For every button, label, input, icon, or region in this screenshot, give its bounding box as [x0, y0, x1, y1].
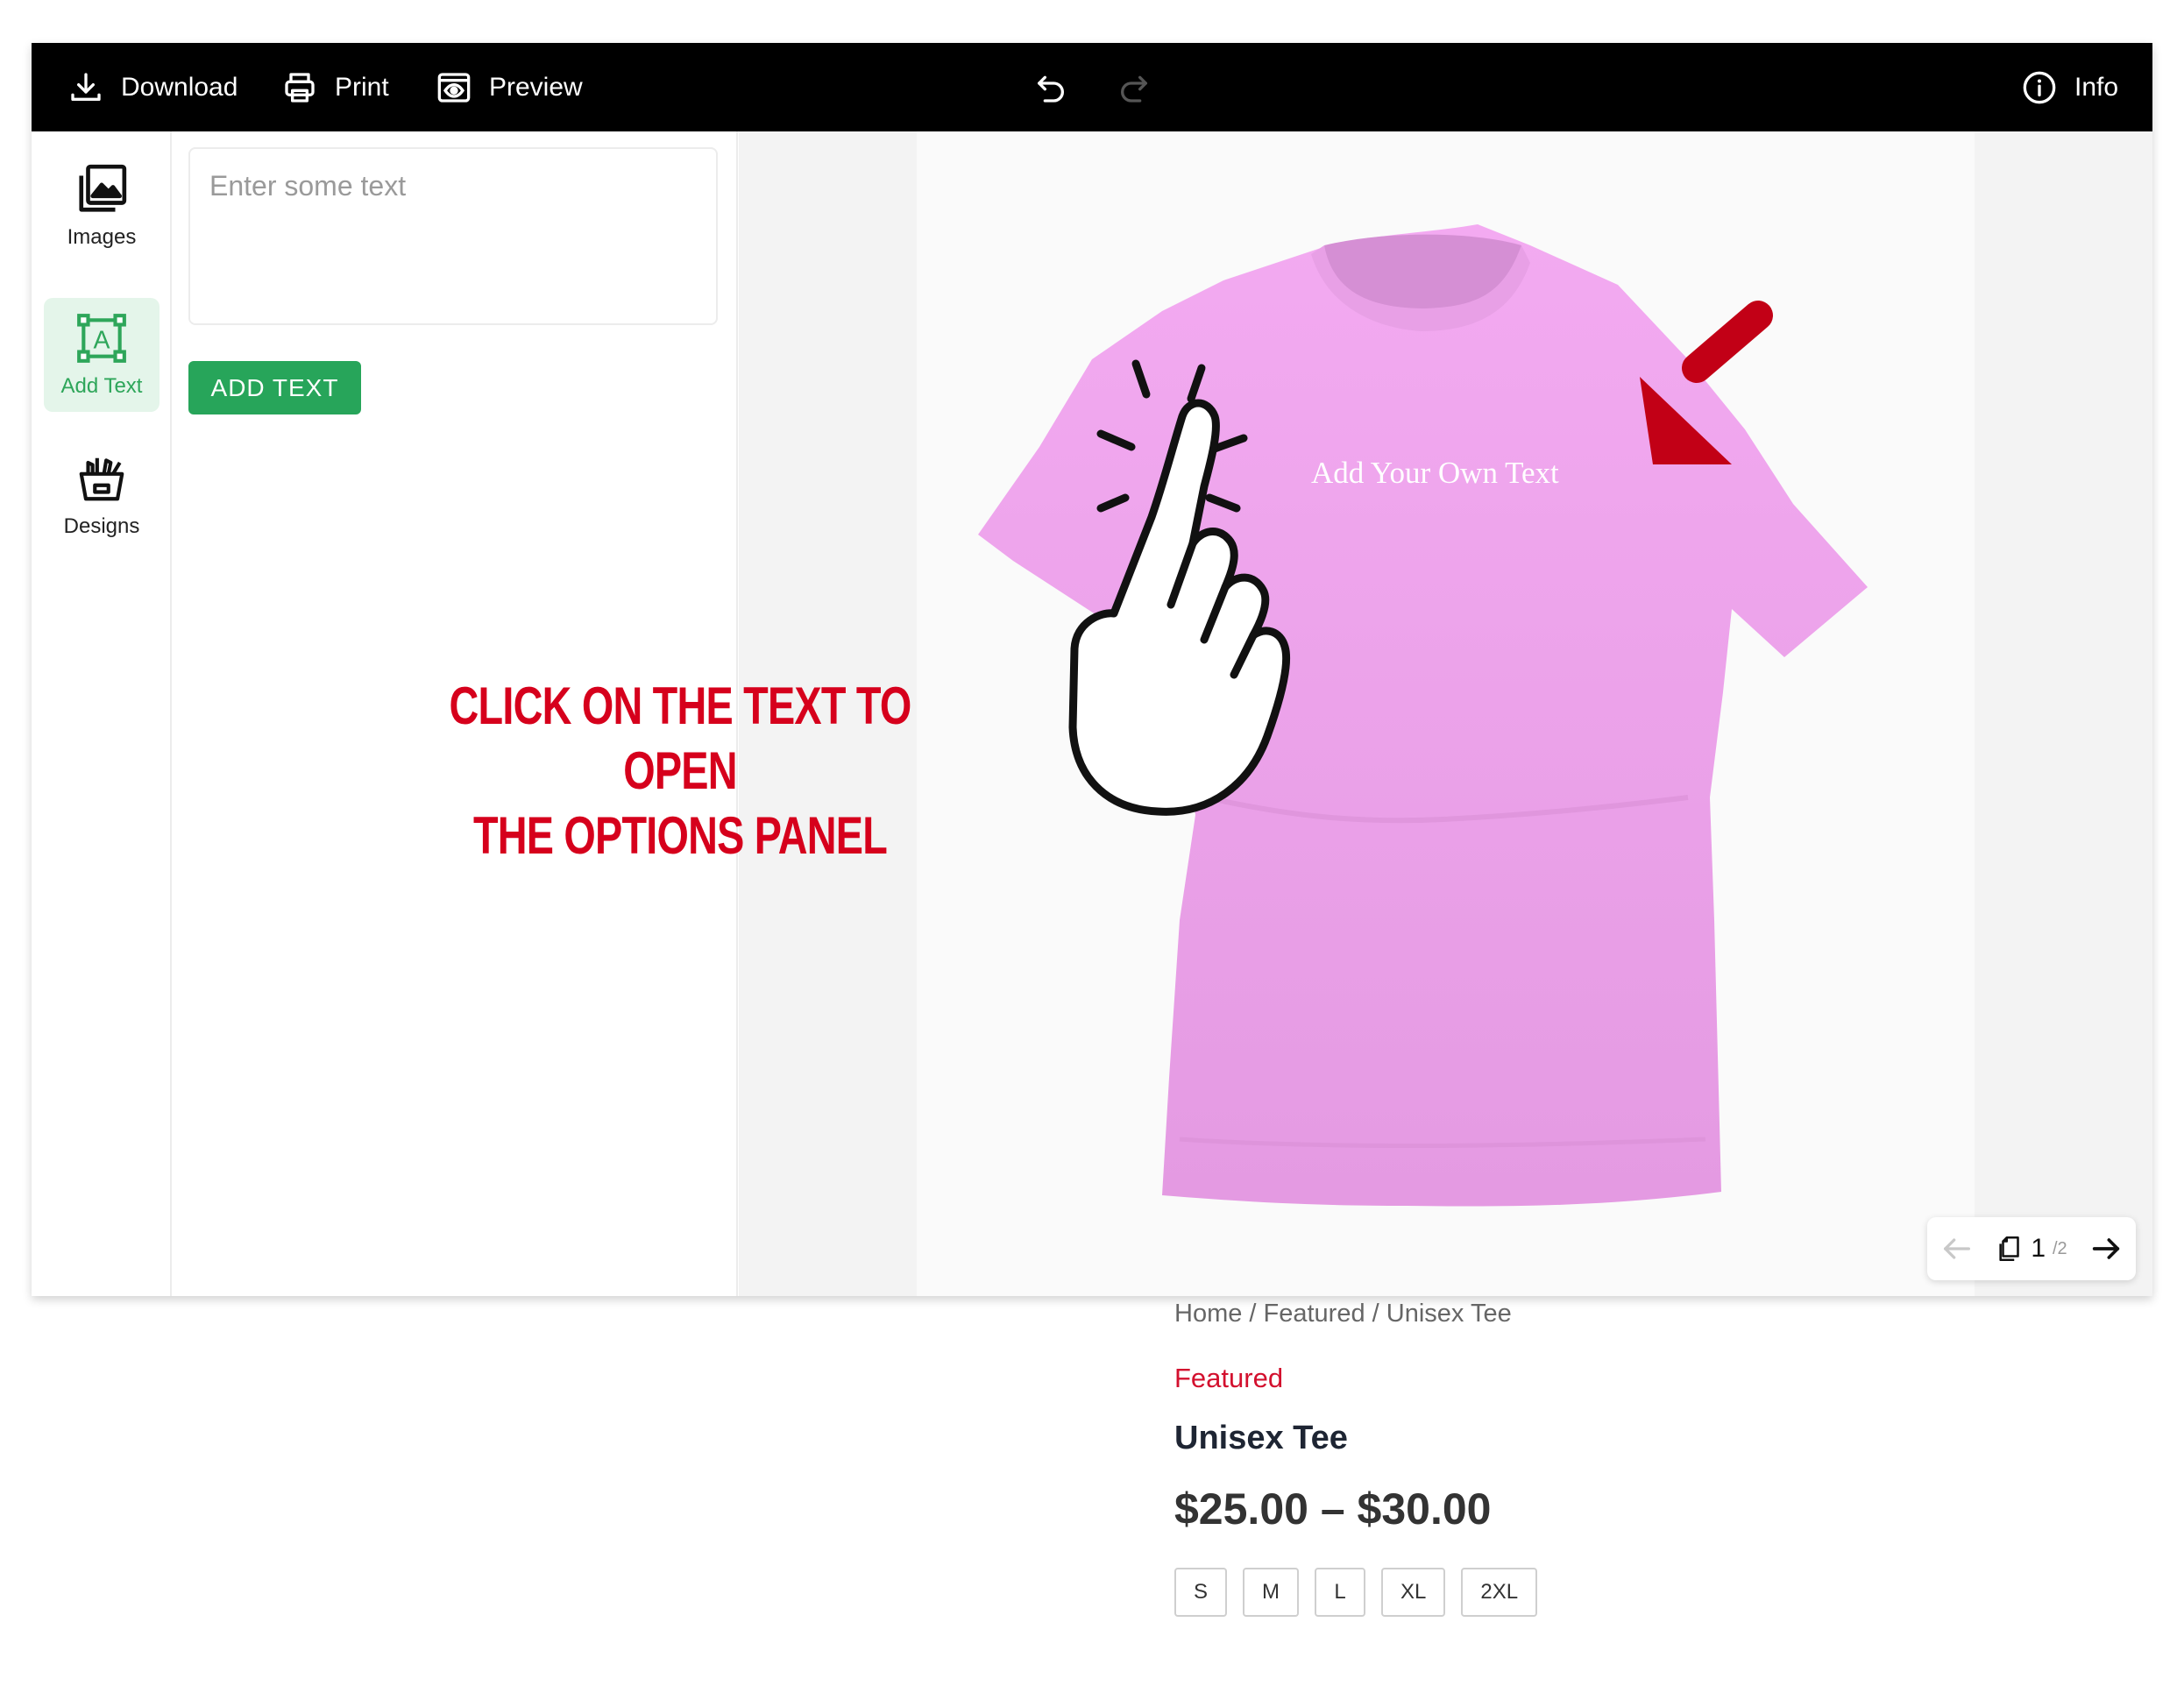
- add-text-button[interactable]: ADD TEXT: [188, 361, 361, 414]
- print-label: Print: [335, 72, 389, 102]
- sidebar-item-images[interactable]: Images: [44, 149, 160, 263]
- svg-text:A: A: [94, 327, 110, 355]
- info-icon: [2023, 71, 2056, 103]
- download-button[interactable]: Download: [68, 43, 238, 131]
- product-price: $25.00 – $30.00: [1174, 1484, 1492, 1534]
- undo-icon: [1038, 75, 1064, 103]
- redo-button[interactable]: [1117, 43, 1152, 131]
- sidebar-item-label: Add Text: [60, 374, 143, 398]
- product-title: Unisex Tee: [1174, 1420, 1348, 1456]
- sidebar-item-designs[interactable]: Designs: [44, 438, 160, 552]
- annotation-line-2: THE OPTIONS PANEL: [472, 806, 888, 865]
- design-canvas[interactable]: Add Your Own Text: [917, 131, 1975, 1296]
- undo-button[interactable]: [1033, 43, 1068, 131]
- product-info: Home / Featured / Unisex Tee Featured Un…: [1174, 1300, 2051, 1617]
- preview-button[interactable]: Preview: [436, 43, 583, 131]
- text-input[interactable]: [188, 147, 718, 325]
- size-option-m[interactable]: M: [1243, 1568, 1300, 1617]
- size-option-xl[interactable]: XL: [1381, 1568, 1446, 1617]
- redo-icon: [1121, 75, 1147, 103]
- info-button[interactable]: Info: [2022, 43, 2118, 131]
- images-icon: [79, 164, 127, 212]
- pages-icon: [1999, 1236, 2020, 1262]
- download-icon: [71, 72, 101, 101]
- print-button[interactable]: Print: [282, 43, 389, 131]
- sidebar-item-label: Designs: [63, 514, 140, 538]
- sidebar-item-label: Images: [67, 225, 137, 249]
- page-navigator: 1/2: [1927, 1217, 2136, 1280]
- breadcrumb[interactable]: Home / Featured / Unisex Tee: [1174, 1300, 2051, 1328]
- arrow-left-icon[interactable]: [1939, 1231, 1975, 1266]
- size-option-s[interactable]: S: [1174, 1568, 1228, 1617]
- t-shirt-mockup: [978, 224, 1868, 1207]
- total-pages: /2: [2053, 1238, 2067, 1258]
- sidebar-item-add-text[interactable]: A Add Text: [44, 298, 160, 412]
- design-workspace: Add Your Own Text 1/2: [739, 131, 2152, 1296]
- arrow-right-icon[interactable]: [2088, 1231, 2124, 1266]
- preview-label: Preview: [489, 72, 583, 102]
- printer-icon: [285, 72, 315, 103]
- product-category[interactable]: Featured: [1174, 1363, 1283, 1394]
- tool-sidebar: Images A Add Text Designs: [32, 131, 172, 1296]
- preview-eye-icon: [437, 72, 471, 103]
- info-label: Info: [2074, 72, 2119, 102]
- designer-app: Download Print Preview Info Images A Add…: [32, 43, 2152, 1296]
- download-label: Download: [121, 72, 238, 102]
- size-option-l[interactable]: L: [1315, 1568, 1366, 1617]
- designs-icon: [79, 457, 124, 501]
- annotation-line-1: CLICK ON THE TEXT TO OPEN: [449, 677, 912, 800]
- size-option-2xl[interactable]: 2XL: [1461, 1568, 1538, 1617]
- current-page: 1: [2031, 1234, 2046, 1263]
- text-box-icon: A: [77, 314, 126, 363]
- size-options: S M L XL 2XL: [1174, 1568, 1538, 1617]
- top-toolbar: Download Print Preview Info: [32, 43, 2152, 131]
- page-indicator: 1/2: [1996, 1234, 2067, 1264]
- custom-text-object[interactable]: Add Your Own Text: [1311, 456, 1559, 491]
- instruction-annotation: CLICK ON THE TEXT TO OPEN THE OPTIONS PA…: [427, 674, 932, 868]
